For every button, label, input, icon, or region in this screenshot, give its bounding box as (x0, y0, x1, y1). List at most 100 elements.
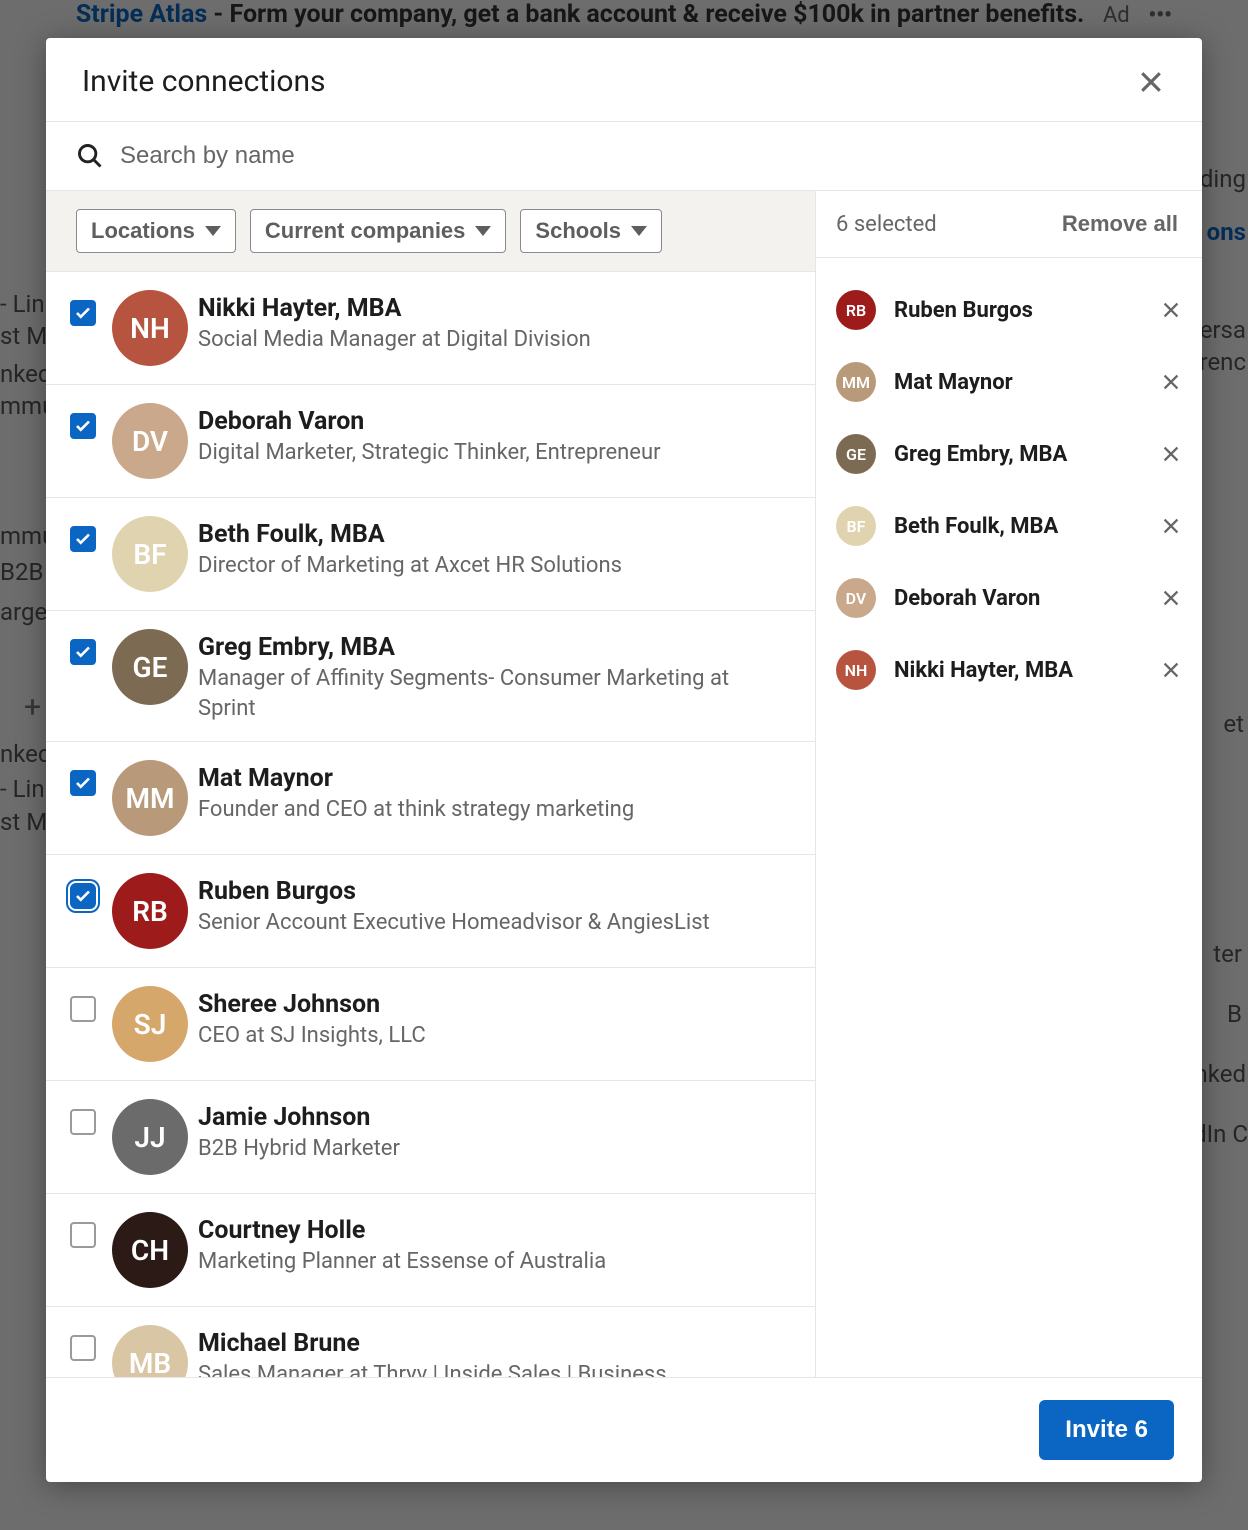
connection-checkbox[interactable] (70, 996, 96, 1022)
selected-item: MM Mat Maynor (832, 346, 1192, 418)
avatar: MB (112, 1325, 188, 1377)
selected-name: Beth Foulk, MBA (894, 514, 1142, 539)
search-icon (76, 142, 104, 170)
connection-info: Sheree JohnsonCEO at SJ Insights, LLC (198, 986, 426, 1051)
connection-info: Beth Foulk, MBADirector of Marketing at … (198, 516, 622, 581)
connection-row[interactable]: CHCourtney HolleMarketing Planner at Ess… (46, 1194, 815, 1307)
connection-headline: B2B Hybrid Marketer (198, 1134, 400, 1164)
avatar: GE (836, 434, 876, 474)
avatar: RB (836, 290, 876, 330)
selected-item: RBRuben Burgos (832, 274, 1192, 346)
remove-all-button[interactable]: Remove all (1062, 211, 1178, 237)
close-icon[interactable] (1136, 67, 1166, 97)
connection-info: Courtney HolleMarketing Planner at Essen… (198, 1212, 606, 1277)
invite-button[interactable]: Invite 6 (1039, 1400, 1174, 1460)
selected-item: DV Deborah Varon (832, 562, 1192, 634)
connection-info: Mat MaynorFounder and CEO at think strat… (198, 760, 634, 825)
connection-headline: Social Media Manager at Digital Division (198, 325, 591, 355)
connection-row[interactable]: MB Michael Brune Sales Manager at Thryv | … (46, 1307, 815, 1377)
connection-name: Mat Maynor (198, 764, 634, 793)
avatar: JJ (112, 1099, 188, 1175)
connection-row[interactable]: RBRuben BurgosSenior Account Executive H… (46, 855, 815, 968)
filter-locations[interactable]: Locations (76, 209, 236, 253)
connection-row[interactable]: BFBeth Foulk, MBADirector of Marketing a… (46, 498, 815, 611)
avatar: CH (112, 1212, 188, 1288)
selected-header: 6 selected Remove all (816, 190, 1202, 258)
connection-headline: Marketing Planner at Essense of Australi… (198, 1247, 606, 1277)
remove-selected-icon[interactable] (1160, 515, 1182, 537)
connection-name: Sheree Johnson (198, 990, 426, 1019)
connection-checkbox[interactable] (70, 413, 96, 439)
chevron-down-icon (475, 226, 491, 236)
modal-footer: Invite 6 (46, 1377, 1202, 1482)
connection-checkbox[interactable] (70, 883, 96, 909)
connection-row[interactable]: SJSheree JohnsonCEO at SJ Insights, LLC (46, 968, 815, 1081)
avatar: MM (836, 362, 876, 402)
avatar: BF (112, 516, 188, 592)
connection-row[interactable]: DVDeborah VaronDigital Marketer, Strateg… (46, 385, 815, 498)
selected-list: RBRuben Burgos MM Mat Maynor GEGreg Embry, … (816, 258, 1202, 706)
connection-headline: Manager of Affinity Segments- Consumer M… (198, 664, 738, 723)
connection-name: Nikki Hayter, MBA (198, 294, 591, 323)
search-input[interactable] (120, 142, 1172, 170)
avatar: RB (112, 873, 188, 949)
remove-selected-icon[interactable] (1160, 299, 1182, 321)
connection-info: Michael Brune Sales Manager at Thryv | In… (198, 1325, 667, 1377)
connection-info: Greg Embry, MBAManager of Affinity Segme… (198, 629, 738, 723)
connection-name: Michael Brune (198, 1329, 667, 1358)
remove-selected-icon[interactable] (1160, 587, 1182, 609)
connection-row[interactable]: NHNikki Hayter, MBASocial Media Manager … (46, 272, 815, 385)
filter-current-companies[interactable]: Current companies (250, 209, 507, 253)
avatar: GE (112, 629, 188, 705)
connection-info: Nikki Hayter, MBASocial Media Manager at… (198, 290, 591, 355)
connection-info: Deborah VaronDigital Marketer, Strategic… (198, 403, 661, 468)
selected-name: Mat Maynor (894, 370, 1142, 395)
connection-checkbox[interactable] (70, 526, 96, 552)
selected-name: Nikki Hayter, MBA (894, 658, 1142, 683)
avatar: NH (836, 650, 876, 690)
connections-list[interactable]: NHNikki Hayter, MBASocial Media Manager … (46, 272, 815, 1377)
remove-selected-icon[interactable] (1160, 443, 1182, 465)
filter-schools[interactable]: Schools (520, 209, 662, 253)
filter-label: Current companies (265, 218, 466, 244)
avatar: NH (112, 290, 188, 366)
connection-checkbox[interactable] (70, 639, 96, 665)
connection-name: Ruben Burgos (198, 877, 710, 906)
selected-name: Deborah Varon (894, 586, 1142, 611)
connection-info: Ruben BurgosSenior Account Executive Hom… (198, 873, 710, 938)
connection-headline: Digital Marketer, Strategic Thinker, Ent… (198, 438, 661, 468)
selected-panel: 6 selected Remove all RBRuben Burgos MM Ma… (816, 190, 1202, 1377)
connection-name: Jamie Johnson (198, 1103, 400, 1132)
remove-selected-icon[interactable] (1160, 371, 1182, 393)
chevron-down-icon (631, 226, 647, 236)
search-row (46, 122, 1202, 190)
connections-panel: LocationsCurrent companiesSchools NHNikk… (46, 190, 816, 1377)
connection-name: Beth Foulk, MBA (198, 520, 622, 549)
connection-name: Courtney Holle (198, 1216, 606, 1245)
connection-headline: CEO at SJ Insights, LLC (198, 1021, 426, 1051)
connection-row[interactable]: JJJamie JohnsonB2B Hybrid Marketer (46, 1081, 815, 1194)
modal-title: Invite connections (82, 64, 326, 99)
avatar: MM (112, 760, 188, 836)
connection-headline: Senior Account Executive Homeadvisor & A… (198, 908, 710, 938)
selected-item: GEGreg Embry, MBA (832, 418, 1192, 490)
filter-label: Schools (535, 218, 621, 244)
connection-name: Deborah Varon (198, 407, 661, 436)
avatar: DV (836, 578, 876, 618)
selected-count: 6 selected (836, 212, 937, 237)
connection-headline: Director of Marketing at Axcet HR Soluti… (198, 551, 622, 581)
connection-row[interactable]: MMMat MaynorFounder and CEO at think str… (46, 742, 815, 855)
connection-headline: Founder and CEO at think strategy market… (198, 795, 634, 825)
connection-info: Jamie JohnsonB2B Hybrid Marketer (198, 1099, 400, 1164)
remove-selected-icon[interactable] (1160, 659, 1182, 681)
avatar: SJ (112, 986, 188, 1062)
connection-checkbox[interactable] (70, 1109, 96, 1135)
connection-checkbox[interactable] (70, 770, 96, 796)
selected-item: NH Nikki Hayter, MBA (832, 634, 1192, 706)
connection-checkbox[interactable] (70, 1222, 96, 1248)
connection-checkbox[interactable] (70, 300, 96, 326)
connection-checkbox[interactable] (70, 1335, 96, 1361)
filters-bar: Locations Current companies Schools (46, 190, 815, 272)
connection-row[interactable]: GEGreg Embry, MBAManager of Affinity Seg… (46, 611, 815, 742)
connection-headline: Sales Manager at Thryv | Inside Sales | … (198, 1360, 667, 1377)
